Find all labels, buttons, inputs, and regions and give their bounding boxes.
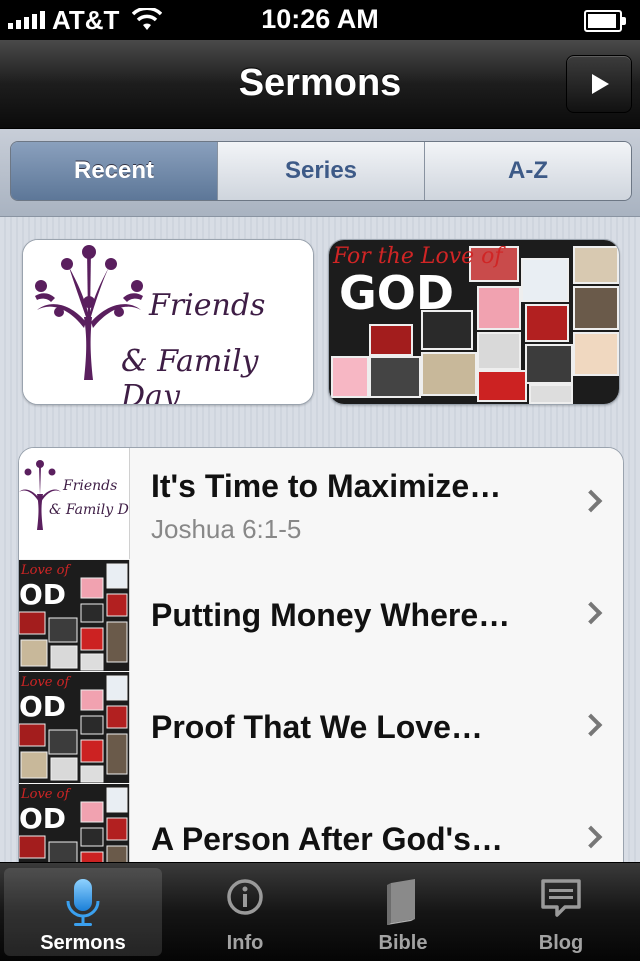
sermon-thumbnail: Friends & Family Da bbox=[19, 448, 130, 559]
svg-text:OD: OD bbox=[19, 690, 66, 723]
svg-text:Love of: Love of bbox=[20, 675, 71, 690]
svg-text:& Family Da: & Family Da bbox=[49, 502, 129, 518]
status-bar: AT&T 10:26 AM bbox=[0, 0, 640, 40]
segmented-control: Recent Series A-Z bbox=[10, 141, 632, 201]
svg-text:Love of: Love of bbox=[20, 563, 71, 578]
sermon-title: It's Time to Maximize… bbox=[151, 468, 502, 504]
segment-series[interactable]: Series bbox=[217, 142, 424, 200]
tab-label: Blog bbox=[538, 932, 584, 954]
tab-label: Sermons bbox=[40, 932, 126, 954]
svg-text:OD: OD bbox=[19, 578, 66, 611]
chevron-right-icon bbox=[579, 713, 603, 737]
tab-bible[interactable]: Bible bbox=[324, 863, 482, 961]
segment-recent[interactable]: Recent bbox=[11, 142, 217, 200]
content-area: Friends & Family Day For the Love of GOD bbox=[0, 217, 640, 862]
sermon-title: Proof That We Love… bbox=[151, 709, 483, 745]
chevron-right-icon bbox=[579, 825, 603, 849]
sermon-thumbnail: Love of OD bbox=[19, 784, 130, 862]
battery-icon bbox=[584, 10, 626, 32]
sermon-row[interactable]: Love of OD Proof That We Love… bbox=[19, 672, 623, 785]
speech-bubble-icon bbox=[541, 879, 581, 917]
svg-text:Friends: Friends bbox=[62, 478, 117, 494]
chevron-right-icon bbox=[579, 489, 603, 513]
love-of-god-artwork: For the Love of GOD bbox=[329, 240, 619, 404]
tab-blog[interactable]: Blog bbox=[482, 863, 640, 961]
tab-sermons[interactable]: Sermons bbox=[4, 868, 162, 956]
tab-label: Bible bbox=[378, 932, 428, 954]
friends-family-artwork: Friends & Family Day bbox=[23, 240, 313, 404]
svg-text:OD: OD bbox=[19, 802, 66, 835]
segment-toolbar: Recent Series A-Z bbox=[0, 129, 640, 217]
featured-title-line2: GOD bbox=[339, 266, 455, 320]
sermon-row[interactable]: Love of OD A Person After God's… bbox=[19, 784, 623, 862]
page-title: Sermons bbox=[238, 62, 402, 104]
tab-label: Info bbox=[226, 932, 264, 954]
play-icon bbox=[592, 74, 609, 94]
sermon-list: Friends & Family Da It's Time to Maximiz… bbox=[18, 447, 624, 862]
featured-series-friends-family[interactable]: Friends & Family Day bbox=[22, 239, 314, 405]
svg-text:Love of: Love of bbox=[20, 787, 71, 802]
chevron-right-icon bbox=[579, 601, 603, 625]
now-playing-button[interactable] bbox=[566, 55, 632, 113]
sermon-thumbnail: Love of OD bbox=[19, 560, 130, 671]
featured-title-line1: Friends bbox=[149, 288, 266, 323]
book-icon bbox=[387, 879, 415, 925]
microphone-icon bbox=[66, 879, 100, 926]
clock: 10:26 AM bbox=[261, 4, 379, 34]
sermon-title: A Person After God's… bbox=[151, 821, 503, 857]
sermon-scripture: Joshua 6:1-5 bbox=[151, 514, 302, 544]
navigation-bar: Sermons bbox=[0, 40, 640, 129]
tab-info[interactable]: Info bbox=[166, 863, 324, 961]
sermon-row[interactable]: Love of OD Putting Money Where… bbox=[19, 560, 623, 673]
featured-title-line2: & Family Day bbox=[121, 344, 259, 405]
featured-series-love-of-god[interactable]: For the Love of GOD bbox=[328, 239, 620, 405]
sermon-thumbnail: Love of OD bbox=[19, 672, 130, 783]
tab-bar: Sermons Info Bible Blog bbox=[0, 862, 640, 961]
segment-a-z[interactable]: A-Z bbox=[424, 142, 631, 200]
info-icon bbox=[227, 879, 263, 915]
sermon-title: Putting Money Where… bbox=[151, 597, 511, 633]
sermon-row[interactable]: Friends & Family Da It's Time to Maximiz… bbox=[19, 448, 623, 561]
